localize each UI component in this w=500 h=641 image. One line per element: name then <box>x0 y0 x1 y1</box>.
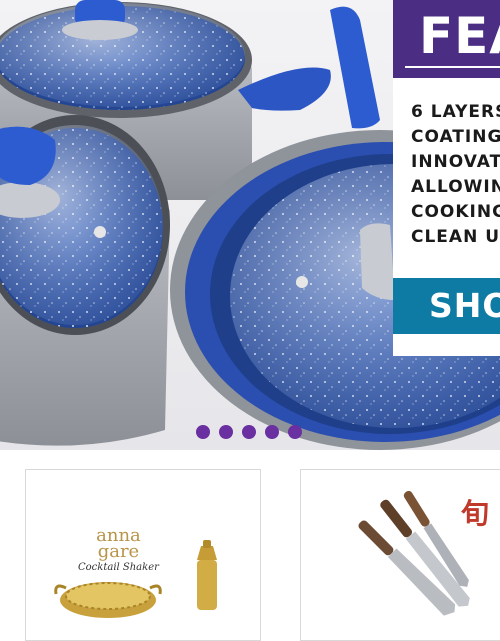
feature-description: 6 LAYERS COATING, INNOVATIC ALLOWING COO… <box>411 100 500 250</box>
hero-banner[interactable]: FEA 6 LAYERS COATING, INNOVATIC ALLOWING… <box>0 0 500 450</box>
product-card-knives[interactable]: 旬 <box>300 469 500 641</box>
feature-title: FEA <box>419 7 500 65</box>
carousel-dot-5[interactable] <box>288 425 302 439</box>
knife-set-image <box>358 490 470 616</box>
product-card-cocktail[interactable]: anna gare Cocktail Shaker <box>25 469 261 641</box>
cocktail-set-image <box>54 540 217 618</box>
feature-line: COATING, <box>411 127 500 147</box>
feature-line: ALLOWING <box>411 177 500 197</box>
feature-title-bar: FEA <box>393 0 500 78</box>
carousel-dots <box>196 425 302 439</box>
carousel-dot-2[interactable] <box>219 425 233 439</box>
carousel-dot-3[interactable] <box>242 425 256 439</box>
divider <box>405 66 500 68</box>
feature-line: CLEAN UP <box>411 227 500 247</box>
carousel-dot-4[interactable] <box>265 425 279 439</box>
carousel-dot-1[interactable] <box>196 425 210 439</box>
saucepan <box>0 115 170 446</box>
feature-line: COOKING <box>411 202 500 222</box>
shop-now-button[interactable]: SHO <box>393 278 500 334</box>
shop-button-label: SHO <box>429 286 500 325</box>
feature-line: INNOVATIC <box>411 152 500 172</box>
feature-panel: FEA 6 LAYERS COATING, INNOVATIC ALLOWING… <box>393 0 500 356</box>
feature-line: 6 LAYERS <box>411 102 500 122</box>
